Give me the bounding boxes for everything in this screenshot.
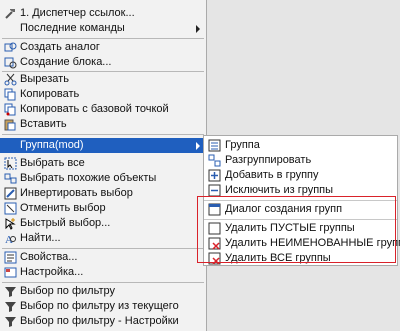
menu-item-label: Быстрый выбор... bbox=[20, 217, 111, 229]
hammer-icon bbox=[4, 7, 17, 20]
context-menu: 1. Диспетчер ссылок... Последние команды… bbox=[0, 0, 207, 331]
menu-item-label: Вставить bbox=[20, 118, 67, 130]
menu-item-label: Копировать с базовой точкой bbox=[20, 103, 169, 115]
menu-item-create-block[interactable]: Создание блока... bbox=[0, 55, 206, 70]
submenu-item-ungroup[interactable]: Разгруппировать bbox=[204, 153, 397, 168]
submenu-item-delete-all-groups[interactable]: Удалить ВСЕ группы bbox=[204, 251, 397, 266]
menu-item-create-similar[interactable]: Создать аналог bbox=[0, 40, 206, 55]
delete-empty-groups-icon bbox=[208, 222, 221, 235]
submenu-item-label: Группа bbox=[225, 139, 260, 151]
menu-item-filter-settings[interactable]: Выбор по фильтру - Настройки bbox=[0, 314, 206, 329]
menu-separator bbox=[2, 248, 204, 249]
submenu-separator bbox=[204, 219, 397, 220]
menu-item-quick-select[interactable]: Быстрый выбор... bbox=[0, 216, 206, 231]
submenu-item-label: Разгруппировать bbox=[225, 154, 312, 166]
submenu-item-add-to-group[interactable]: Добавить в группу bbox=[204, 168, 397, 183]
group-submenu: Группа Разгруппировать Добавить в группу… bbox=[203, 135, 400, 266]
submenu-item-delete-unnamed-groups[interactable]: Удалить НЕИМЕНОВАННЫЕ группы bbox=[204, 236, 400, 251]
menu-item-recent-commands[interactable]: Последние команды bbox=[0, 21, 206, 36]
deselect-icon bbox=[4, 202, 17, 215]
group-icon bbox=[208, 139, 221, 152]
find-icon: A bbox=[4, 232, 17, 245]
menu-item-label: 1. Диспетчер ссылок... bbox=[20, 7, 135, 19]
menu-separator bbox=[2, 134, 204, 135]
menu-separator bbox=[2, 282, 204, 283]
copy-icon bbox=[4, 88, 17, 101]
submenu-item-group-dialog[interactable]: Диалог создания групп bbox=[204, 202, 397, 217]
delete-unnamed-groups-icon bbox=[208, 237, 221, 250]
menu-item-label: Создание блока... bbox=[20, 56, 112, 68]
menu-item-label: Отменить выбор bbox=[20, 202, 106, 214]
select-all-icon bbox=[4, 157, 17, 170]
menu-item-select-all[interactable]: Выбрать все bbox=[0, 156, 206, 171]
menu-separator bbox=[2, 38, 204, 39]
delete-all-groups-icon bbox=[208, 252, 221, 265]
submenu-item-group[interactable]: Группа bbox=[204, 138, 397, 153]
menu-item-xref-manager[interactable]: 1. Диспетчер ссылок... bbox=[0, 6, 206, 21]
copy-basepoint-icon bbox=[4, 103, 17, 116]
menu-item-label: Группа(mod) bbox=[20, 139, 84, 151]
menu-item-label: Выбор по фильтру из текущего bbox=[20, 300, 179, 312]
filter-icon bbox=[4, 285, 17, 298]
menu-item-paste[interactable]: Вставить bbox=[0, 117, 206, 132]
menu-item-label: Выбор по фильтру bbox=[20, 285, 115, 297]
menu-item-properties[interactable]: Свойства... bbox=[0, 250, 206, 265]
submenu-item-label: Диалог создания групп bbox=[225, 203, 343, 215]
add-to-group-icon bbox=[208, 169, 221, 182]
paste-icon bbox=[4, 118, 17, 131]
settings-icon bbox=[4, 266, 17, 279]
menu-item-find[interactable]: A Найти... bbox=[0, 231, 206, 246]
invert-selection-icon bbox=[4, 187, 17, 200]
menu-item-copy[interactable]: Копировать bbox=[0, 87, 206, 102]
filter-icon bbox=[4, 315, 17, 328]
scissors-icon bbox=[4, 73, 17, 86]
properties-icon bbox=[4, 251, 17, 264]
remove-from-group-icon bbox=[208, 184, 221, 197]
group-dialog-icon bbox=[208, 203, 221, 216]
menu-item-select-similar[interactable]: Выбрать похожие объекты bbox=[0, 171, 206, 186]
menu-item-copy-with-basepoint[interactable]: Копировать с базовой точкой bbox=[0, 102, 206, 117]
create-block-icon bbox=[4, 56, 17, 69]
create-similar-icon bbox=[4, 41, 17, 54]
menu-item-label: Выбрать все bbox=[20, 157, 85, 169]
menu-item-label: Создать аналог bbox=[20, 41, 100, 53]
submenu-item-label: Удалить ПУСТЫЕ группы bbox=[225, 222, 355, 234]
menu-item-label: Выбрать похожие объекты bbox=[20, 172, 157, 184]
menu-item-label: Настройка... bbox=[20, 266, 84, 278]
menu-item-label: Инвертировать выбор bbox=[20, 187, 133, 199]
submenu-arrow-icon bbox=[196, 25, 200, 33]
submenu-item-delete-empty-groups[interactable]: Удалить ПУСТЫЕ группы bbox=[204, 221, 397, 236]
svg-text:A: A bbox=[5, 234, 13, 245]
ungroup-icon bbox=[208, 154, 221, 167]
submenu-item-label: Исключить из группы bbox=[225, 184, 334, 196]
menu-item-settings[interactable]: Настройка... bbox=[0, 265, 206, 280]
menu-item-label: Вырезать bbox=[20, 73, 69, 85]
submenu-item-label: Добавить в группу bbox=[225, 169, 319, 181]
menu-item-group-mod[interactable]: Группа(mod) bbox=[0, 138, 206, 153]
submenu-separator bbox=[204, 200, 397, 201]
quick-select-icon bbox=[4, 217, 17, 230]
menu-item-invert-selection[interactable]: Инвертировать выбор bbox=[0, 186, 206, 201]
menu-item-cut[interactable]: Вырезать bbox=[0, 72, 206, 87]
submenu-arrow-icon bbox=[196, 142, 200, 150]
select-similar-icon bbox=[4, 172, 17, 185]
menu-item-filter-select[interactable]: Выбор по фильтру bbox=[0, 284, 206, 299]
menu-item-filter-select-current[interactable]: Выбор по фильтру из текущего bbox=[0, 299, 206, 314]
submenu-item-label: Удалить ВСЕ группы bbox=[225, 252, 331, 264]
menu-item-label: Последние команды bbox=[20, 22, 125, 34]
submenu-item-label: Удалить НЕИМЕНОВАННЫЕ группы bbox=[225, 237, 400, 249]
menu-item-deselect[interactable]: Отменить выбор bbox=[0, 201, 206, 216]
menu-item-label: Найти... bbox=[20, 232, 61, 244]
menu-item-label: Выбор по фильтру - Настройки bbox=[20, 315, 179, 327]
submenu-item-remove-from-group[interactable]: Исключить из группы bbox=[204, 183, 397, 198]
filter-icon bbox=[4, 300, 17, 313]
menu-item-label: Копировать bbox=[20, 88, 80, 100]
menu-item-label: Свойства... bbox=[20, 251, 78, 263]
